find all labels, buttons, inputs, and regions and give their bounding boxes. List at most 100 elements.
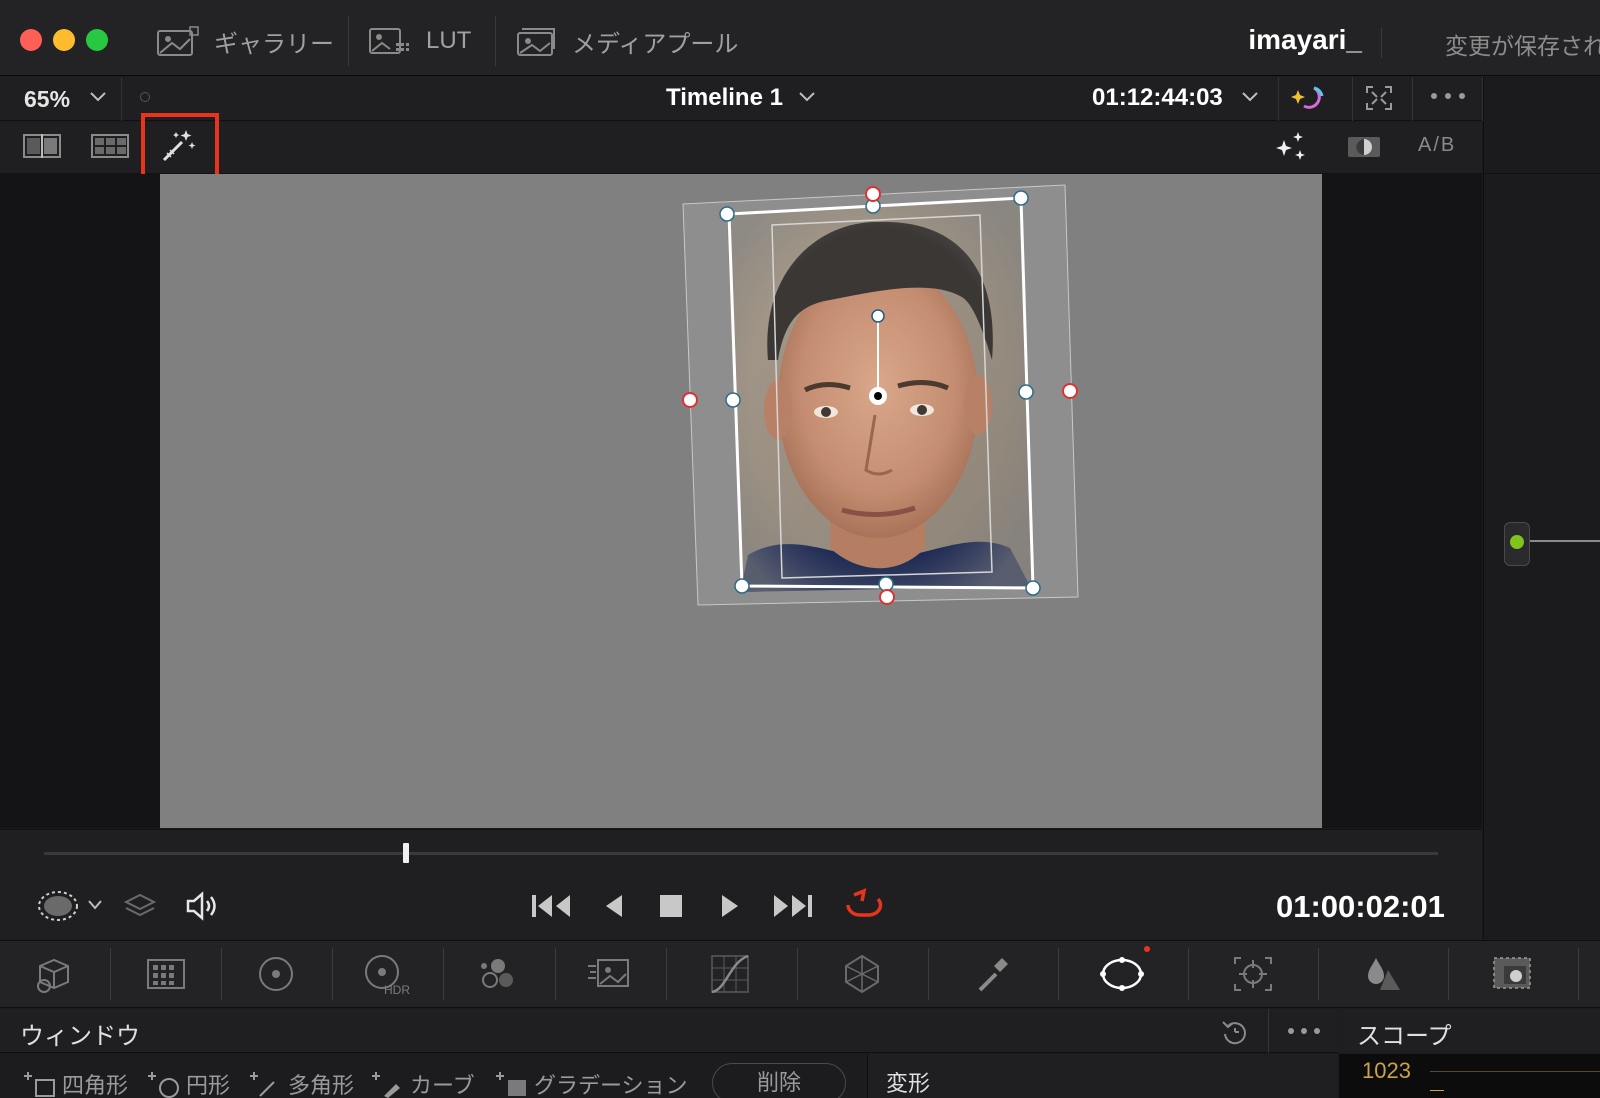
primaries-icon[interactable] — [252, 952, 300, 996]
key-icon[interactable] — [1488, 952, 1536, 996]
nav-gallery-button[interactable]: ギャラリー — [156, 18, 334, 64]
transform-title: 変形 — [886, 1071, 931, 1096]
sparkle-icon[interactable] — [1270, 128, 1310, 164]
svg-text:HDR: HDR — [384, 983, 410, 996]
circle-label: 円形 — [186, 1073, 231, 1098]
timeline-name[interactable]: Timeline 1 — [666, 84, 783, 112]
toolbar-divider — [1352, 77, 1353, 121]
chevron-down-icon[interactable] — [86, 898, 104, 912]
color-match-icon[interactable] — [142, 952, 190, 996]
palette-divider — [110, 948, 111, 1000]
stop-icon[interactable] — [658, 893, 684, 919]
palette-divider — [1448, 948, 1449, 1000]
node-panel-header — [1483, 122, 1600, 174]
palette-divider — [555, 948, 556, 1000]
chevron-down-icon[interactable] — [797, 89, 817, 105]
palette-divider — [1058, 948, 1059, 1000]
curves-icon[interactable] — [706, 952, 754, 996]
motion-effects-icon[interactable] — [586, 952, 634, 996]
color-warper-icon[interactable] — [838, 952, 886, 996]
tracker-icon[interactable] — [1229, 952, 1277, 996]
add-circle-button[interactable]: 円形 — [148, 1068, 230, 1098]
ab-compare-button[interactable]: A/B — [1418, 134, 1456, 157]
active-indicator-dot — [1144, 946, 1150, 952]
rectangle-window-icon — [24, 1072, 55, 1097]
palette-divider — [221, 948, 222, 1000]
scope-panel-title: スコープ — [1357, 1023, 1452, 1050]
step-back-icon[interactable] — [602, 892, 626, 920]
fullscreen-icon[interactable] — [1364, 84, 1394, 112]
rectangle-label: 四角形 — [62, 1073, 129, 1098]
qualifier-icon[interactable] — [968, 952, 1016, 996]
record-timecode: 01:00:02:01 — [1276, 889, 1445, 924]
palette-divider — [1188, 948, 1189, 1000]
more-options-icon[interactable] — [1428, 90, 1468, 102]
minimize-window-button[interactable] — [53, 29, 75, 51]
palette-divider — [1578, 948, 1579, 1000]
title-divider — [1381, 28, 1382, 58]
rgb-mixer-icon[interactable] — [474, 952, 522, 996]
skip-to-start-icon[interactable] — [530, 892, 574, 920]
project-name: imayari_ — [1248, 24, 1362, 55]
palette-divider — [666, 948, 667, 1000]
add-gradient-button[interactable]: グラデーション — [496, 1068, 688, 1098]
window-icon[interactable] — [1098, 952, 1146, 996]
window-mask-overlay[interactable] — [680, 180, 1090, 610]
add-curve-button[interactable]: カーブ — [372, 1068, 475, 1098]
hdr-icon[interactable]: HDR — [362, 952, 410, 996]
skip-to-end-icon[interactable] — [770, 892, 814, 920]
curve-window-icon — [372, 1072, 400, 1098]
palette-divider — [443, 948, 444, 1000]
node-editor-panel[interactable] — [1483, 77, 1600, 939]
save-status: 変更が保存され — [1445, 33, 1600, 59]
add-polygon-button[interactable]: 多角形 — [250, 1068, 354, 1098]
lut-icon — [369, 28, 409, 54]
window-shape-selector-icon[interactable] — [36, 888, 82, 924]
play-icon[interactable] — [718, 892, 742, 920]
status-dot-icon — [140, 92, 150, 102]
scrubber-playhead[interactable] — [403, 843, 410, 863]
panel-divider — [1268, 1009, 1269, 1053]
scrubber-track[interactable] — [44, 852, 1438, 855]
loop-icon[interactable] — [840, 887, 886, 923]
gradient-label: グラデーション — [534, 1073, 688, 1098]
chevron-down-icon[interactable] — [88, 89, 108, 105]
speaker-icon[interactable] — [184, 890, 224, 922]
reset-icon[interactable] — [1220, 1018, 1250, 1046]
more-options-icon[interactable] — [1286, 1026, 1322, 1036]
zoom-dropdown[interactable]: 65% — [24, 86, 70, 113]
split-screen-icon[interactable] — [22, 132, 62, 160]
layers-icon[interactable] — [122, 890, 158, 922]
close-window-button[interactable] — [20, 29, 42, 51]
grid-view-icon[interactable] — [90, 132, 130, 160]
nav-media-pool-label: メディアプール — [572, 30, 739, 58]
viewer-toolbar — [0, 122, 1482, 174]
nav-gallery-label: ギャラリー — [214, 30, 334, 58]
gradient-window-icon — [496, 1072, 526, 1096]
scope-tick — [1430, 1090, 1444, 1091]
nav-lut-button[interactable]: LUT — [368, 18, 471, 64]
maximize-window-button[interactable] — [86, 29, 108, 51]
color-enhance-icon[interactable] — [1290, 80, 1330, 116]
nav-media-pool-button[interactable]: メディアプール — [514, 18, 738, 64]
node-connector-dot[interactable] — [1510, 535, 1524, 549]
polygon-label: 多角形 — [288, 1073, 355, 1098]
media-pool-icon — [517, 28, 555, 56]
highlight-mode-icon[interactable] — [1346, 134, 1382, 160]
scope-scale-value: 1023 — [1362, 1058, 1411, 1083]
transport-bar — [0, 829, 1482, 939]
transform-panel — [867, 1054, 1338, 1098]
toolbar-divider — [121, 77, 122, 121]
window-panel-title: ウィンドウ — [20, 1023, 140, 1050]
delete-button[interactable]: 削除 — [712, 1063, 846, 1098]
source-timecode[interactable]: 01:12:44:03 — [1092, 84, 1223, 112]
curve-label: カーブ — [410, 1073, 475, 1098]
add-rectangle-button[interactable]: 四角形 — [24, 1068, 128, 1098]
scope-gridline — [1430, 1071, 1600, 1072]
palette-divider — [797, 948, 798, 1000]
chevron-down-icon[interactable] — [1240, 89, 1260, 105]
camera-raw-icon[interactable] — [30, 952, 78, 996]
palette-divider — [1318, 948, 1319, 1000]
blur-icon[interactable] — [1358, 952, 1406, 996]
gallery-icon — [157, 26, 199, 56]
